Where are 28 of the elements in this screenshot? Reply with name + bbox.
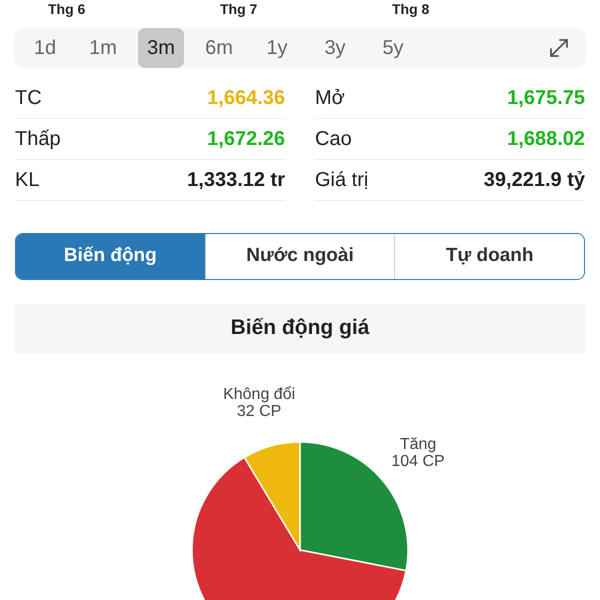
range-tab[interactable]: 1d: [22, 28, 68, 68]
tab[interactable]: Tự doanh: [394, 234, 584, 279]
stat-value: 39,221.9 tỷ: [484, 168, 585, 192]
range-tab[interactable]: 1m: [80, 28, 126, 68]
stat-value: 1,664.36: [207, 86, 285, 110]
range-tab[interactable]: 6m: [196, 28, 242, 68]
stat-value: 1,333.12 tr: [187, 168, 285, 192]
month-label: Thg 8: [392, 1, 430, 18]
stat-label: Mở: [315, 86, 345, 110]
range-tab[interactable]: 1y: [254, 28, 300, 68]
range-tab[interactable]: 5y: [370, 28, 416, 68]
stat-value: 1,675.75: [507, 86, 585, 110]
month-label: Thg 6: [48, 1, 86, 18]
stat-value: 1,672.26: [207, 128, 285, 151]
stat-value: 1,688.02: [507, 128, 585, 151]
pie-label: Không đổi 32 CP: [223, 386, 296, 420]
stat-label: TC: [15, 86, 42, 110]
tab[interactable]: Biến động: [16, 234, 205, 279]
stat-label: KL: [15, 168, 40, 192]
stat-label: Cao: [315, 128, 352, 151]
range-tab[interactable]: 3m: [138, 28, 184, 68]
month-label: Thg 7: [220, 1, 258, 18]
section-title: Biến động giá: [15, 304, 585, 354]
range-tab[interactable]: 3y: [312, 28, 358, 68]
expand-icon[interactable]: [548, 37, 570, 60]
stat-label: Thấp: [15, 128, 61, 151]
stat-label: Giá trị: [315, 168, 368, 192]
pie-label: Tăng 104 CP: [391, 436, 445, 470]
